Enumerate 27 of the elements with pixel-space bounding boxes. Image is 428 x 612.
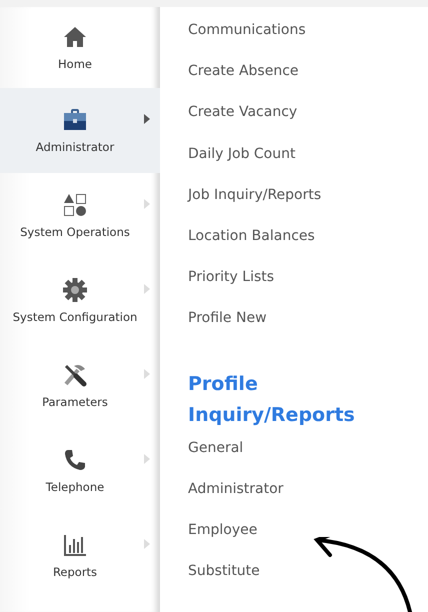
menu-link[interactable]: Location Balances — [188, 228, 428, 270]
sidebar-item[interactable]: Telephone — [0, 428, 160, 513]
menu-link[interactable]: Substitute — [188, 564, 428, 606]
sidebar-item[interactable]: System Configuration — [0, 258, 160, 343]
sidebar-item[interactable]: Home — [0, 7, 160, 88]
bar-chart-icon — [63, 532, 87, 556]
menu-link[interactable]: Employee — [188, 522, 428, 564]
menu-link[interactable]: General — [188, 440, 428, 482]
menu-link[interactable]: Daily Job Count — [188, 146, 428, 188]
menu-link[interactable]: Profile New — [188, 311, 428, 352]
menu-link[interactable]: Create Absence — [188, 64, 428, 106]
sidebar-item[interactable]: Administrator — [0, 88, 160, 173]
briefcase-icon — [63, 108, 87, 132]
menu-link[interactable]: Priority Lists — [188, 270, 428, 312]
menu-link[interactable]: Administrator — [188, 482, 428, 523]
settings-icon — [63, 278, 87, 302]
tools-icon — [63, 362, 87, 386]
shapes-icon — [63, 192, 87, 216]
sidebar-item[interactable]: Reports — [0, 513, 160, 598]
menu-link[interactable]: Job Inquiry/Reports — [188, 188, 428, 229]
home-icon — [63, 24, 87, 48]
sidebar-item[interactable]: System Operations — [0, 173, 160, 258]
section-heading: Profile Inquiry/Reports — [188, 372, 356, 428]
phone-icon — [63, 448, 87, 472]
sidebar-item[interactable]: Parameters — [0, 343, 160, 428]
menu-link[interactable]: Communications — [188, 23, 428, 64]
menu-link[interactable]: Create Vacancy — [188, 105, 428, 147]
